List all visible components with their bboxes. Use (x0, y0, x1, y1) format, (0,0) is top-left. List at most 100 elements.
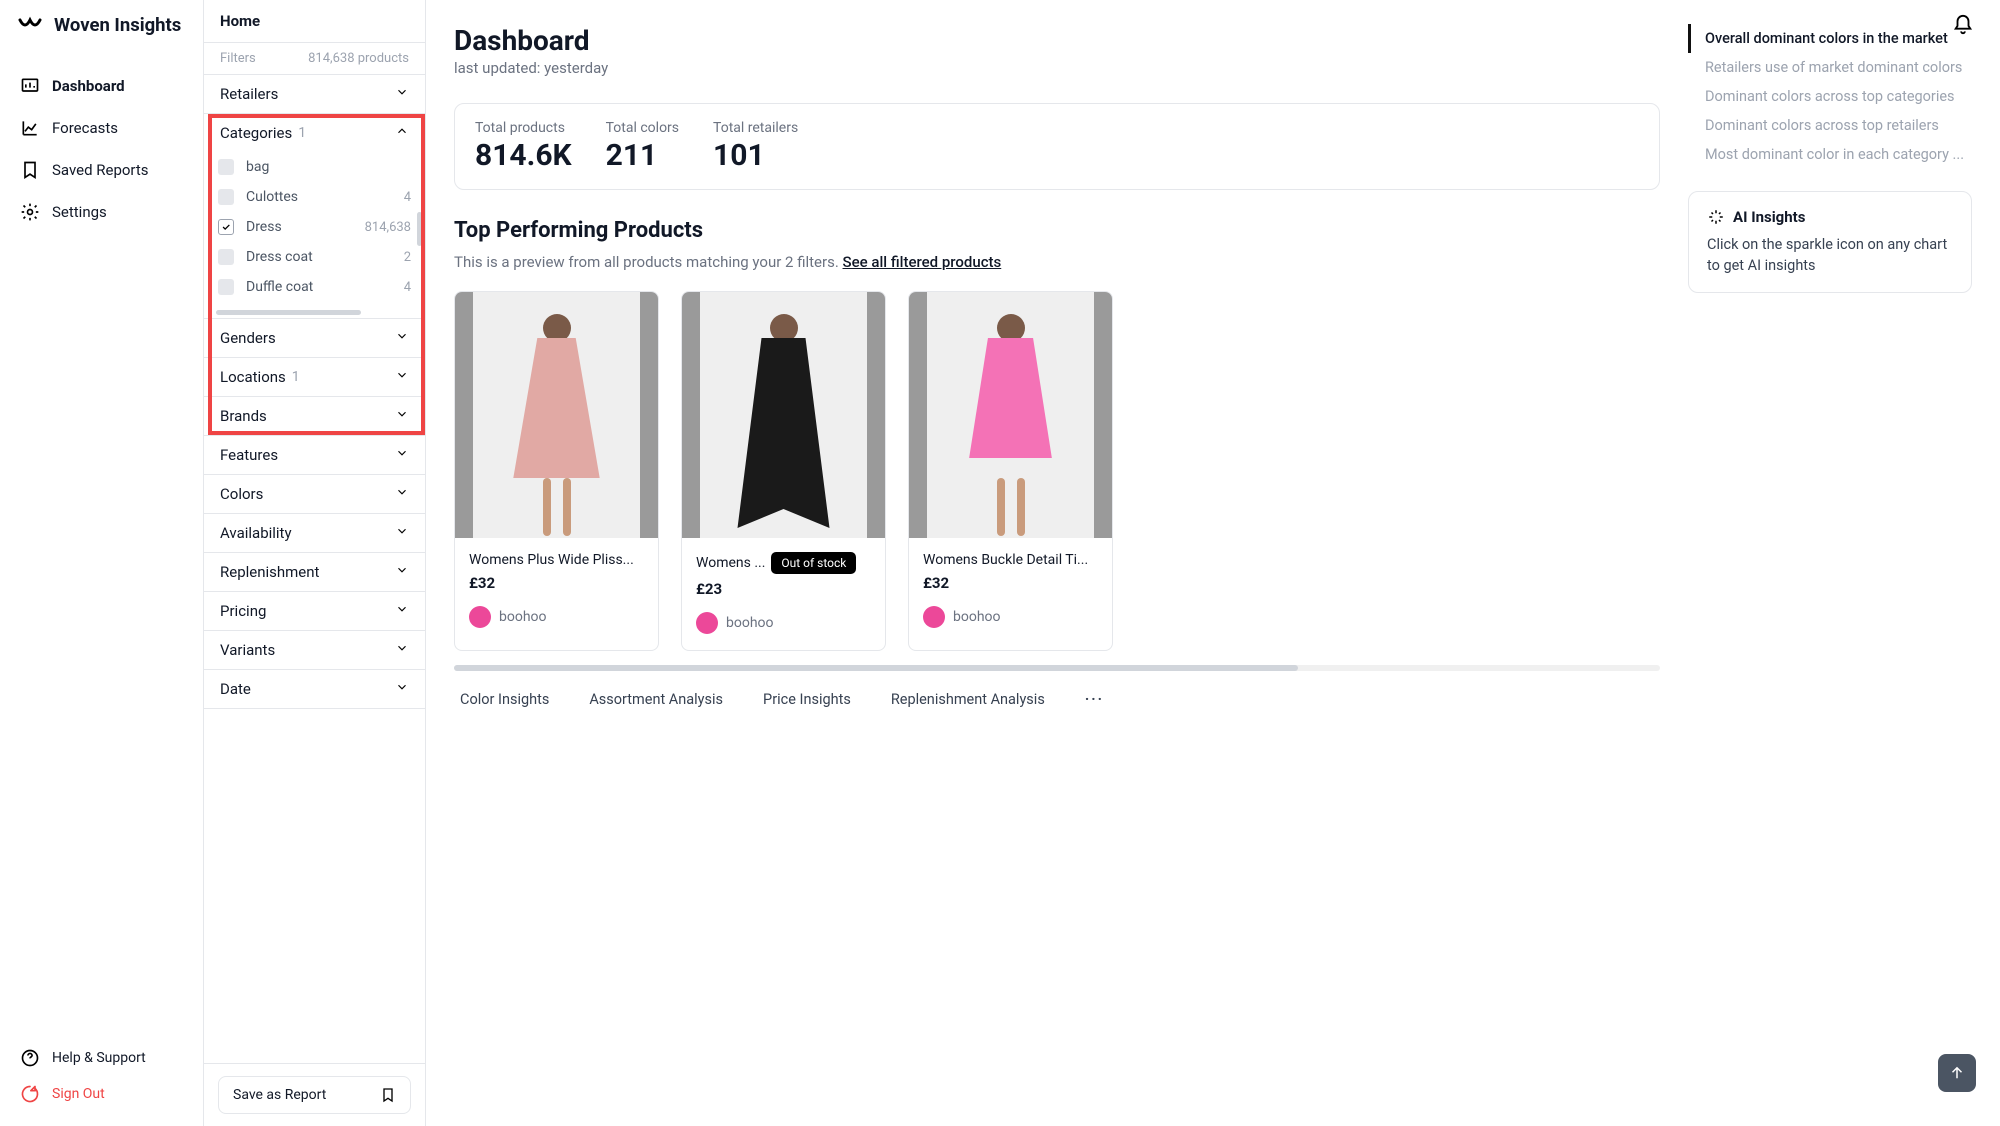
brand: Woven Insights (0, 14, 203, 66)
primary-nav: Dashboard Forecasts Saved Reports Settin… (0, 66, 203, 232)
product-card[interactable]: Womens Buckle Detail Ti... £32 boohoo (908, 291, 1113, 651)
filter-date-label: Date (220, 680, 251, 698)
stat: Total products814.6K (475, 120, 572, 173)
help-icon (20, 1048, 40, 1068)
filter-locations-badge: 1 (292, 369, 300, 385)
filter-categories: Categories 1 bagCulottes4Dress814,638Dre… (204, 114, 425, 319)
notifications-button[interactable] (1952, 14, 1974, 40)
ai-insights-title: AI Insights (1733, 208, 1805, 226)
nav-settings-label: Settings (52, 203, 107, 221)
filter-retailers[interactable]: Retailers (204, 75, 425, 114)
category-label: Dress (246, 219, 282, 235)
filter-categories-head[interactable]: Categories 1 (204, 114, 425, 152)
analysis-tab[interactable]: Replenishment Analysis (891, 691, 1045, 708)
category-option[interactable]: Dress 814,638 (218, 212, 411, 242)
chevron-down-icon (395, 563, 409, 581)
sparkle-icon (1707, 208, 1725, 226)
checkbox-icon (218, 279, 234, 295)
category-label: Duffle coat (246, 279, 313, 295)
filter-colors[interactable]: Colors (204, 475, 425, 514)
categories-vscroll[interactable] (417, 152, 422, 298)
section-nav-item[interactable]: Most dominant color in each category ... (1688, 140, 1972, 169)
nav-forecasts[interactable]: Forecasts (10, 108, 193, 148)
filter-locations[interactable]: Locations 1 (204, 358, 425, 397)
nav-help[interactable]: Help & Support (0, 1040, 203, 1076)
analysis-tab[interactable]: Price Insights (763, 691, 851, 708)
product-name: Womens ... (696, 555, 765, 571)
nav-settings[interactable]: Settings (10, 192, 193, 232)
category-count: 814,638 (365, 220, 411, 235)
dashboard-icon (20, 76, 40, 96)
category-option[interactable]: Dress coat 2 (218, 242, 411, 272)
nav-saved-reports[interactable]: Saved Reports (10, 150, 193, 190)
filter-footer: Save as Report (204, 1063, 425, 1126)
chevron-down-icon (395, 368, 409, 386)
filter-locations-label: Locations (220, 368, 286, 386)
filter-features[interactable]: Features (204, 436, 425, 475)
right-column: Overall dominant colors in the marketRet… (1688, 24, 1972, 722)
filter-replenishment-label: Replenishment (220, 563, 319, 581)
filter-sections: Retailers Categories 1 bagCulottes4Dress… (204, 75, 425, 1063)
product-card[interactable]: Womens Plus Wide Pliss... £32 boohoo (454, 291, 659, 651)
analysis-tab[interactable]: Assortment Analysis (589, 691, 723, 708)
stat-value: 814.6K (475, 138, 572, 173)
section-nav-item[interactable]: Dominant colors across top categories (1688, 82, 1972, 111)
chevron-down-icon (395, 602, 409, 620)
product-image (682, 292, 885, 538)
category-option[interactable]: Culottes4 (218, 182, 411, 212)
filter-categories-label: Categories (220, 124, 292, 142)
products-hscroll[interactable] (454, 665, 1660, 675)
retailer-name: boohoo (953, 609, 1001, 625)
analysis-tab[interactable]: Color Insights (460, 691, 549, 708)
category-option[interactable]: bag (218, 152, 411, 182)
category-label: Dress coat (246, 249, 313, 265)
filter-availability-label: Availability (220, 524, 292, 542)
category-label: bag (246, 159, 269, 175)
section-nav-item[interactable]: Overall dominant colors in the market (1688, 24, 1972, 53)
page-breadcrumb: Home (204, 0, 425, 43)
category-count: 2 (404, 250, 411, 265)
filter-genders-label: Genders (220, 329, 276, 347)
nav-dashboard[interactable]: Dashboard (10, 66, 193, 106)
arrow-up-icon (1948, 1064, 1966, 1082)
filter-colors-label: Colors (220, 485, 263, 503)
retailer-logo-icon (923, 606, 945, 628)
filter-panel: Home Filters 814,638 products Retailers … (204, 0, 426, 1126)
products-row: Womens Plus Wide Pliss... £32 boohoo Wom… (454, 291, 1660, 651)
checkbox-icon (218, 219, 234, 235)
tabs-more-button[interactable]: ··· (1085, 691, 1104, 708)
chevron-down-icon (395, 407, 409, 425)
filter-variants[interactable]: Variants (204, 631, 425, 670)
stat-value: 211 (606, 138, 679, 173)
nav-signout[interactable]: Sign Out (0, 1076, 203, 1112)
filter-brands[interactable]: Brands (204, 397, 425, 436)
categories-hscroll[interactable] (216, 308, 413, 316)
filter-replenishment[interactable]: Replenishment (204, 553, 425, 592)
filter-pricing[interactable]: Pricing (204, 592, 425, 631)
page-subtitle: last updated: yesterday (454, 59, 1660, 77)
brand-name: Woven Insights (54, 14, 181, 36)
category-option[interactable]: Duffle coat4 (218, 272, 411, 302)
retailer-logo-icon (696, 612, 718, 634)
product-price: £32 (469, 574, 644, 592)
filter-date[interactable]: Date (204, 670, 425, 709)
section-nav-item[interactable]: Dominant colors across top retailers (1688, 111, 1972, 140)
save-report-label: Save as Report (233, 1087, 326, 1103)
preview-text-label: This is a preview from all products matc… (454, 253, 843, 271)
filter-availability[interactable]: Availability (204, 514, 425, 553)
retailer-name: boohoo (726, 615, 774, 631)
scroll-top-button[interactable] (1938, 1054, 1976, 1092)
filter-variants-label: Variants (220, 641, 275, 659)
stat-label: Total colors (606, 120, 679, 136)
main-content: Dashboard last updated: yesterday Total … (426, 0, 2000, 1126)
filter-genders[interactable]: Genders (204, 319, 425, 358)
chevron-down-icon (395, 446, 409, 464)
section-nav-item[interactable]: Retailers use of market dominant colors (1688, 53, 1972, 82)
see-all-link[interactable]: See all filtered products (843, 253, 1002, 271)
save-report-button[interactable]: Save as Report (218, 1076, 411, 1114)
nav-dashboard-label: Dashboard (52, 77, 125, 95)
product-card[interactable]: Womens ...Out of stock £23 boohoo (681, 291, 886, 651)
product-price: £23 (696, 580, 871, 598)
filter-summary-label: Filters (220, 51, 256, 66)
stat-value: 101 (713, 138, 798, 173)
